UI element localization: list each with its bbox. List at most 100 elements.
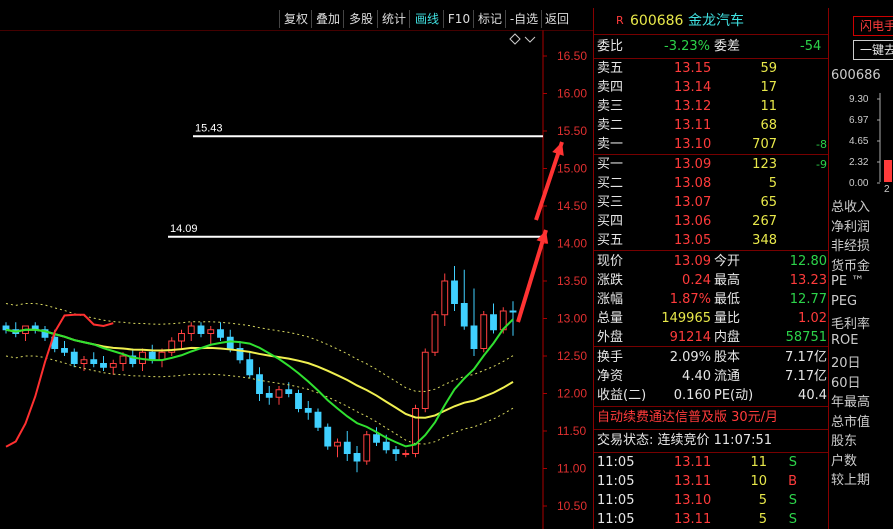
bids-volume: 123 [752, 157, 777, 172]
asks-volume: 11 [760, 99, 777, 114]
tick-time: 11:05 [597, 512, 635, 527]
candle-body [431, 314, 439, 353]
mini-tick-label: 9.30 [849, 94, 869, 105]
asks-row[interactable]: 卖一 13.10 707 -8 [594, 136, 829, 154]
stat-label: 涨幅 [597, 292, 624, 307]
bids-row[interactable]: 买一 13.09 123 -9 [594, 156, 829, 174]
toolbar-button-6[interactable]: 标记 [473, 10, 506, 28]
bids-volume: 348 [752, 233, 777, 248]
mini-tick-label: 4.65 [849, 136, 869, 147]
candle-body [470, 325, 478, 349]
tick-time: 11:05 [597, 455, 635, 470]
fundamental-label: ROE [831, 332, 859, 348]
toolbar-button-2[interactable]: 多股 [343, 10, 378, 28]
asks-row[interactable]: 卖四 13.14 17 [594, 79, 829, 97]
stat2-row: 收益(二) 0.160 PE(动) 40.4 [594, 387, 829, 405]
stat-value: 1.87% [669, 292, 711, 307]
tick-volume: 11 [750, 455, 767, 470]
stat2-label-2: 流通 [714, 369, 741, 384]
mini-tick-label: 2.32 [849, 157, 869, 168]
candle-body [90, 359, 98, 364]
tick-direction: B [788, 474, 797, 489]
asks-row[interactable]: 卖二 13.11 68 [594, 117, 829, 135]
asks-row[interactable]: 卖五 13.15 59 [594, 60, 829, 78]
stat-value-2: 58751 [785, 330, 827, 345]
bids-price: 13.08 [674, 176, 712, 191]
toolbar-button-1[interactable]: 叠加 [311, 10, 344, 28]
y-tick-label: 14.50 [557, 199, 587, 213]
fundamental-label: 净利润 [831, 219, 871, 235]
stat2-label: 收益(二) [597, 388, 647, 403]
bids-label: 买四 [597, 214, 624, 229]
tick-price: 13.11 [674, 512, 712, 527]
arrow-up-icon [516, 229, 548, 323]
candle-body [304, 408, 312, 413]
stat-value: 13.09 [673, 254, 711, 269]
stat-label-2: 量比 [714, 311, 741, 326]
asks-price: 13.11 [674, 118, 712, 133]
bids-label: 买二 [597, 176, 624, 191]
candle-body [100, 363, 107, 368]
stat-label-2: 最高 [714, 273, 741, 288]
stat-row: 现价 13.09 今开 12.80 [594, 253, 829, 271]
tick-price: 13.11 [674, 455, 712, 470]
stat-label: 现价 [597, 254, 624, 269]
mini-bar [884, 160, 892, 182]
tick-volume: 10 [750, 474, 767, 489]
y-tick-label: 15.00 [557, 162, 587, 176]
stat-value: 0.24 [682, 273, 711, 288]
asks-price: 13.14 [674, 80, 712, 95]
candle-body [207, 329, 215, 334]
fundamental-label: 股东 [831, 434, 858, 449]
candle-body [392, 449, 400, 454]
stat2-label: 换手 [597, 350, 624, 365]
stat2-row: 换手 2.09% 股本 7.17亿 [594, 349, 829, 367]
tick-direction: S [788, 493, 797, 508]
bids-row[interactable]: 买四 13.06 267 [594, 213, 829, 231]
toolbar-button-5[interactable]: F10 [443, 10, 474, 28]
asks-label: 卖二 [597, 118, 624, 133]
arrow-up-icon-2-head [552, 142, 564, 156]
bids-row[interactable]: 买二 13.08 5 [594, 175, 829, 193]
stat-row: 总量 149965 量比 1.02 [594, 310, 829, 328]
one-key-button[interactable]: 一键去 [853, 40, 893, 60]
stock-header: R 600686 金龙汽车 [594, 10, 829, 32]
bids-volume: 267 [752, 214, 777, 229]
asks-row[interactable]: 卖三 13.12 11 [594, 98, 829, 116]
toolbar-button-4[interactable]: 画线 [409, 10, 444, 28]
toolbar-button-3[interactable]: 统计 [377, 10, 410, 28]
diamond-icon[interactable] [509, 33, 521, 45]
tick-row: 11:05 13.10 5 S [594, 492, 829, 510]
promo-text[interactable]: 自动续费通达信普及版 30元/月 [597, 409, 832, 427]
kline-chart[interactable]: 16.50 16.00 15.50 15.00 14.50 14.00 13.50 13.00… [0, 30, 593, 529]
tick-price: 13.10 [674, 493, 712, 508]
candle-body [490, 314, 497, 331]
stat-label-2: 内盘 [714, 330, 741, 345]
asks-label: 卖四 [597, 80, 624, 95]
side-code: 600686 [831, 68, 881, 83]
chevron-down-icon[interactable] [524, 36, 536, 43]
candle-body [246, 359, 254, 376]
candle-body [412, 408, 419, 454]
stat2-value: 0.160 [673, 388, 711, 403]
toolbar-button-7[interactable]: -自选 [505, 10, 542, 28]
bids-row[interactable]: 买三 13.07 65 [594, 194, 829, 212]
asks-price: 13.10 [674, 137, 712, 152]
flash-trade-button[interactable]: 闪电手 [853, 16, 893, 36]
toolbar-button-0[interactable]: 复权 [279, 10, 312, 28]
tick-price: 13.11 [674, 474, 712, 489]
candle-body [256, 374, 263, 394]
toolbar-button-8[interactable]: 返回 [541, 10, 572, 28]
tick-volume: 5 [758, 512, 767, 527]
asks-label: 卖五 [597, 61, 624, 76]
asks-label: 卖三 [597, 99, 624, 114]
bids-row[interactable]: 买五 13.05 348 [594, 232, 829, 250]
tick-direction: S [788, 512, 797, 527]
bids-price: 13.06 [674, 214, 712, 229]
candle-body [285, 389, 293, 394]
bids-price: 13.07 [674, 195, 712, 210]
fundamental-label: PE ™ [831, 274, 865, 289]
candle-body [226, 336, 234, 349]
candle-body [441, 280, 449, 316]
stat2-label: 净资 [597, 369, 624, 384]
